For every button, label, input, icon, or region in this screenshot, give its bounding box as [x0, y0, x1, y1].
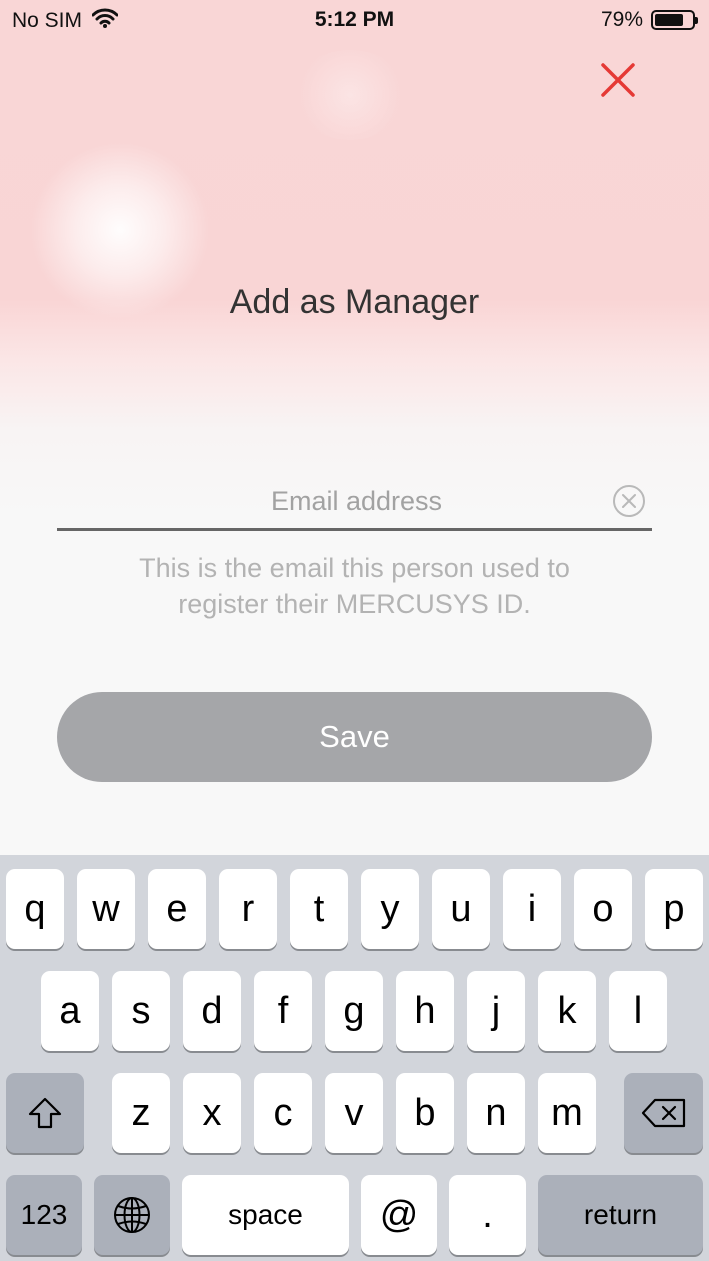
key-e[interactable]: e: [148, 869, 206, 949]
globe-key[interactable]: [94, 1175, 170, 1255]
key-l[interactable]: l: [609, 971, 667, 1051]
key-q[interactable]: q: [6, 869, 64, 949]
return-key[interactable]: return: [538, 1175, 703, 1255]
clear-circle-icon: [613, 485, 645, 517]
numbers-key[interactable]: 123: [6, 1175, 82, 1255]
key-n[interactable]: n: [467, 1073, 525, 1153]
key-d[interactable]: d: [183, 971, 241, 1051]
key-f[interactable]: f: [254, 971, 312, 1051]
hint-line-2: register their MERCUSYS ID.: [178, 589, 531, 619]
key-g[interactable]: g: [325, 971, 383, 1051]
shift-icon: [28, 1097, 62, 1129]
delete-key[interactable]: [624, 1073, 703, 1153]
page-title: Add as Manager: [229, 283, 480, 321]
save-button-label: Save: [319, 719, 390, 754]
shift-key[interactable]: [6, 1073, 84, 1153]
email-field: [57, 476, 656, 531]
background-glow-small: [290, 50, 410, 140]
backspace-icon: [641, 1098, 685, 1128]
key-b[interactable]: b: [396, 1073, 454, 1153]
key-v[interactable]: v: [325, 1073, 383, 1153]
at-key[interactable]: @: [361, 1175, 437, 1255]
battery-cap: [695, 17, 698, 24]
clear-button[interactable]: [612, 484, 646, 518]
screen: No SIM 5:12 PM 79% Add as Manager Email …: [0, 0, 709, 1261]
email-hint: This is the email this person used to re…: [57, 550, 652, 622]
keyboard: q w e r t y u i o p a s d f g h j k l z …: [0, 855, 709, 1261]
status-bar: No SIM 5:12 PM 79%: [0, 0, 709, 40]
battery-icon: [651, 10, 698, 30]
key-t[interactable]: t: [290, 869, 348, 949]
key-o[interactable]: o: [574, 869, 632, 949]
key-h[interactable]: h: [396, 971, 454, 1051]
key-y[interactable]: y: [361, 869, 419, 949]
key-i[interactable]: i: [503, 869, 561, 949]
key-z[interactable]: z: [112, 1073, 170, 1153]
key-x[interactable]: x: [183, 1073, 241, 1153]
key-m[interactable]: m: [538, 1073, 596, 1153]
key-p[interactable]: p: [645, 869, 703, 949]
key-c[interactable]: c: [254, 1073, 312, 1153]
hint-line-1: This is the email this person used to: [139, 553, 570, 583]
key-u[interactable]: u: [432, 869, 490, 949]
key-w[interactable]: w: [77, 869, 135, 949]
close-icon: [601, 63, 635, 97]
dot-key[interactable]: .: [449, 1175, 526, 1255]
key-k[interactable]: k: [538, 971, 596, 1051]
space-key[interactable]: space: [182, 1175, 349, 1255]
status-right: 79%: [600, 8, 698, 32]
save-button[interactable]: Save: [57, 692, 652, 782]
key-r[interactable]: r: [219, 869, 277, 949]
key-j[interactable]: j: [467, 971, 525, 1051]
battery-percent: 79%: [600, 8, 643, 31]
battery-fill: [655, 14, 683, 26]
key-s[interactable]: s: [112, 971, 170, 1051]
email-input[interactable]: [57, 476, 656, 526]
close-button[interactable]: [596, 58, 640, 102]
key-a[interactable]: a: [41, 971, 99, 1051]
globe-icon: [114, 1197, 150, 1233]
